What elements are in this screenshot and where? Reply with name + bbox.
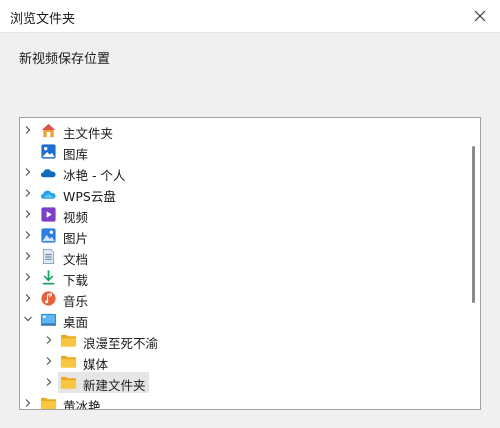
chevron-right-icon[interactable] (23, 188, 33, 198)
folder-icon (60, 334, 77, 347)
chevron-right-icon[interactable] (23, 209, 33, 219)
downloads-icon (42, 270, 55, 285)
music-icon (41, 291, 56, 306)
chevron-right-icon[interactable] (23, 167, 33, 177)
desktop-icon (40, 313, 57, 326)
chevron-right-icon[interactable] (44, 377, 54, 387)
chevron-right-icon[interactable] (44, 356, 54, 366)
tree-item-label: 文档 (63, 252, 89, 267)
tree-item-label: 黄冰艳 (63, 399, 101, 410)
tree-item-label: 媒体 (83, 357, 109, 372)
tree-item-desktop[interactable]: 桌面 (20, 309, 466, 330)
tree-item-folder[interactable]: 浪漫至死不渝 (20, 330, 466, 351)
tree-item-onedrive[interactable]: 冰艳 - 个人 (20, 162, 466, 183)
title-bar: 浏览文件夹 (0, 0, 500, 33)
chevron-right-icon[interactable] (44, 335, 54, 345)
tree-item-folder[interactable]: 媒体 (20, 351, 466, 372)
tree-item-documents[interactable]: 文档 (20, 246, 466, 267)
close-icon (474, 10, 486, 22)
chevron-down-icon[interactable] (23, 314, 33, 324)
vertical-scrollbar[interactable] (472, 146, 475, 303)
gallery-icon (41, 144, 56, 159)
tree-item-wps-cloud[interactable]: WPS云盘 (20, 183, 466, 204)
folder-icon (60, 376, 77, 389)
tree-item-label: 下载 (63, 273, 89, 288)
tree-item-label: WPS云盘 (63, 189, 116, 204)
folder-tree[interactable]: 主文件夹 图库 冰艳 - 个人 WPS云盘 视频 图片 文档 下载 音乐 桌面 … (19, 117, 481, 410)
tree-item-label: 新建文件夹 (83, 378, 146, 393)
tree-item-downloads[interactable]: 下载 (20, 267, 466, 288)
tree-item-gallery[interactable]: 图库 (20, 141, 466, 162)
tree-item-label: 桌面 (63, 315, 89, 330)
chevron-right-icon[interactable] (23, 251, 33, 261)
home-icon (41, 123, 56, 138)
tree-item-label: 图库 (63, 147, 89, 162)
documents-icon (42, 249, 55, 264)
folder-icon (40, 397, 57, 409)
tree-item-pictures[interactable]: 图片 (20, 225, 466, 246)
chevron-right-icon[interactable] (23, 272, 33, 282)
folder-icon (60, 355, 77, 368)
tree-item-label: 冰艳 - 个人 (63, 168, 126, 183)
tree-item-label: 主文件夹 (63, 126, 114, 141)
tree-item-folder[interactable]: 黄冰艳 (20, 393, 466, 410)
wps-cloud-icon (40, 190, 56, 199)
tree-item-videos[interactable]: 视频 (20, 204, 466, 225)
chevron-right-icon[interactable] (23, 125, 33, 135)
dialog-prompt: 新视频保存位置 (19, 52, 111, 67)
tree-item-music[interactable]: 音乐 (20, 288, 466, 309)
window-title: 浏览文件夹 (10, 12, 76, 27)
chevron-right-icon[interactable] (23, 398, 33, 408)
chevron-right-icon[interactable] (23, 293, 33, 303)
pictures-icon (41, 228, 56, 243)
close-button[interactable] (460, 0, 500, 32)
tree-item-label: 视频 (63, 210, 89, 225)
onedrive-cloud-icon (40, 169, 56, 178)
tree-item-label: 浪漫至死不渝 (83, 336, 159, 351)
tree-item-home[interactable]: 主文件夹 (20, 120, 466, 141)
tree-item-label: 图片 (63, 231, 89, 246)
tree-item-folder-selected[interactable]: 新建文件夹 (20, 372, 466, 393)
tree-item-label: 音乐 (63, 294, 89, 309)
videos-icon (41, 207, 56, 222)
chevron-right-icon[interactable] (23, 230, 33, 240)
